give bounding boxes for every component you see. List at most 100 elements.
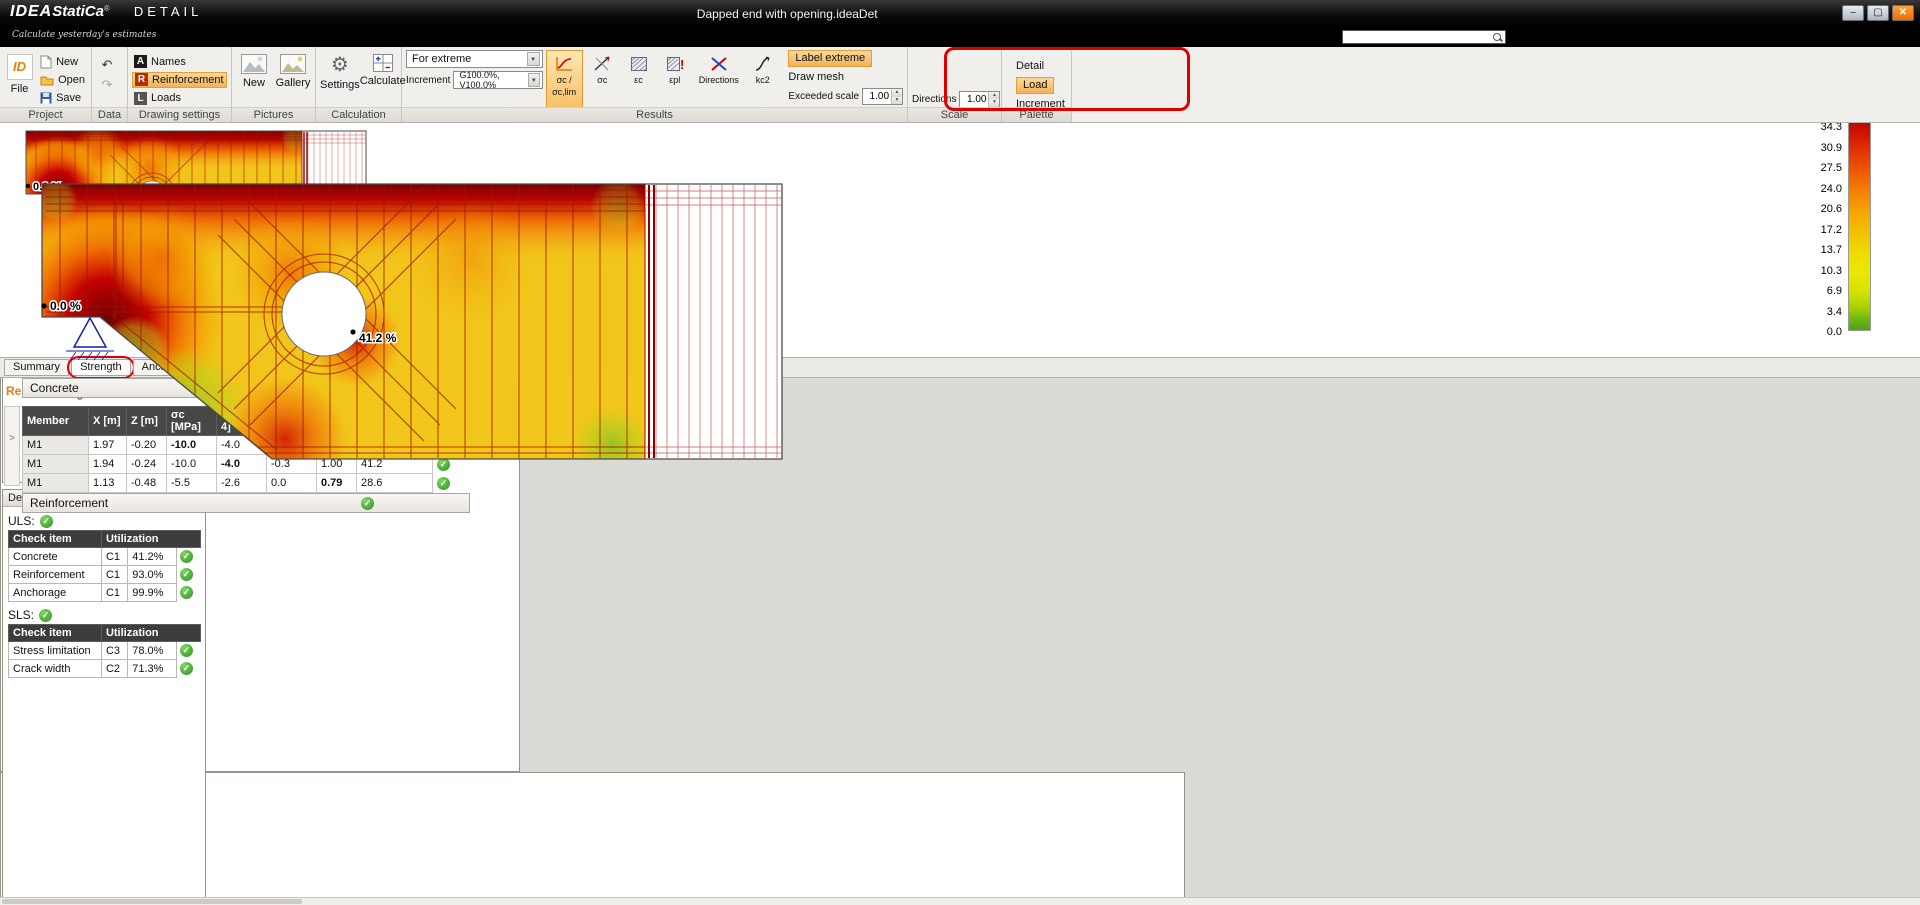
reinforcement-toggle[interactable]: R Reinforcement (132, 72, 227, 88)
close-button[interactable]: ✕ (1892, 5, 1914, 21)
names-icon: A (134, 55, 147, 68)
names-toggle[interactable]: A Names (132, 54, 227, 70)
scale-directions-spinner[interactable]: ▲▼ (959, 91, 1000, 108)
gallery-icon (280, 54, 306, 74)
new-picture-button[interactable]: New (236, 50, 272, 106)
undo-button[interactable]: ↶ (96, 56, 118, 74)
gear-icon: ⚙ (331, 54, 349, 76)
result-directions-button[interactable]: Directions (694, 50, 743, 110)
gallery-button[interactable]: Gallery (275, 50, 311, 106)
ribbon-group-pictures: New Gallery Pictures (232, 47, 316, 122)
settings-button[interactable]: ⚙ Settings (320, 50, 360, 106)
maximize-button[interactable]: ▢ (1867, 5, 1889, 21)
spin-up-icon[interactable]: ▲ (892, 89, 902, 97)
file-label: File (11, 83, 29, 95)
picture-icon (241, 54, 267, 74)
label-extreme-toggle[interactable]: Label extreme (788, 50, 872, 67)
open-button[interactable]: Open (38, 72, 87, 88)
increment-select[interactable]: G100.0%, V100.0% ▼ (453, 71, 542, 89)
extreme-mode-select[interactable]: For extreme ▼ (406, 50, 543, 68)
result-epsilon-pl-button[interactable]: ! εpl (658, 50, 691, 110)
reinforcement-icon: R (135, 73, 148, 86)
calculate-label: Calculate (360, 75, 406, 87)
gallery-label: Gallery (276, 77, 311, 89)
logo-statica: StatiCa (52, 3, 104, 20)
search-icon[interactable] (1492, 32, 1503, 43)
ribbon-group-calculation: ⚙ Settings Calculate Calculation (316, 47, 402, 122)
epsilon-pl-label: εpl (669, 75, 680, 85)
sigma-c-icon (592, 55, 612, 73)
title-bar: IDEAStatiCa® DETAIL Dapped end with open… (0, 0, 1920, 28)
ribbon: ID File New Open Save Project (0, 47, 1920, 123)
new-button[interactable]: New (38, 54, 87, 70)
calculate-icon (373, 54, 393, 72)
group-label-drawing-settings: Drawing settings (128, 107, 231, 122)
application-window: IDEAStatiCa® DETAIL Dapped end with open… (0, 0, 1920, 905)
spin-down-icon[interactable]: ▼ (989, 99, 999, 107)
kc2-icon (753, 55, 773, 73)
calculate-button[interactable]: Calculate (363, 50, 403, 106)
new-picture-label: New (243, 77, 265, 89)
reinforcement-label: Reinforcement (152, 74, 224, 86)
save-button[interactable]: Save (38, 90, 87, 106)
increment-value: G100.0%, V100.0% (459, 70, 528, 90)
logo-idea: IDEA (10, 3, 52, 20)
epsilon-c-icon (629, 55, 649, 73)
result-sigma-ratio-button[interactable]: σc / σc,lim (546, 50, 583, 110)
chevron-down-icon[interactable]: ▼ (527, 52, 540, 66)
palette-detail-option[interactable]: Detail (1016, 58, 1065, 75)
idea-file-icon: ID (7, 54, 33, 80)
group-label-scale: Scale (908, 107, 1001, 122)
names-label: Names (151, 56, 186, 68)
open-folder-icon (40, 75, 54, 86)
group-label-pictures: Pictures (232, 107, 315, 122)
group-label-results: Results (402, 107, 907, 122)
settings-label: Settings (320, 79, 360, 91)
search-box[interactable] (1342, 30, 1506, 44)
extreme-mode-value: For extreme (412, 53, 471, 65)
main-panel: Main (0, 772, 1185, 905)
spin-down-icon[interactable]: ▼ (892, 97, 902, 105)
result-sigma-c-button[interactable]: σc (586, 50, 619, 110)
sigma-ratio-label-1: σc / (557, 75, 572, 85)
palette-load-option[interactable]: Load (1016, 77, 1054, 94)
brand-tagline: Calculate yesterday's estimates (12, 30, 156, 40)
kc2-label: kc2 (756, 75, 770, 85)
sigma-ratio-label-2: σc,lim (552, 87, 576, 97)
result-kc2-button[interactable]: kc2 (746, 50, 779, 110)
logo-product-detail: DETAIL (134, 4, 203, 19)
redo-button[interactable]: ↷ (96, 76, 118, 94)
exceeded-scale-spinner[interactable]: ▲▼ (862, 88, 903, 105)
search-input[interactable] (1343, 31, 1492, 43)
exceeded-scale-input[interactable] (863, 89, 891, 104)
directions-label: Directions (699, 75, 739, 85)
scale-directions-label: Directions (912, 94, 956, 105)
svg-text:!: ! (680, 57, 684, 72)
support-symbol (66, 318, 114, 360)
draw-mesh-toggle[interactable]: Draw mesh (788, 69, 844, 86)
main-view[interactable]: 0.0 % 41.2 % (0, 19, 1920, 905)
chevron-down-icon[interactable]: ▼ (528, 73, 540, 87)
group-label-project: Project (0, 107, 91, 122)
spin-up-icon[interactable]: ▲ (989, 92, 999, 100)
epsilon-c-label: εc (634, 75, 643, 85)
ribbon-group-drawing-settings: A Names R Reinforcement L Loads Drawing … (128, 47, 232, 122)
loads-icon: L (134, 92, 147, 105)
loads-toggle[interactable]: L Loads (132, 90, 227, 106)
increment-label: Increment (406, 75, 450, 86)
window-title: Dapped end with opening.ideaDet (697, 7, 878, 21)
ribbon-group-project: ID File New Open Save Project (0, 47, 92, 122)
new-file-icon (40, 55, 52, 69)
sigma-c-label: σc (597, 75, 607, 85)
window-controls: – ▢ ✕ (1842, 5, 1914, 21)
minimize-button[interactable]: – (1842, 5, 1864, 21)
app-logo: IDEAStatiCa® DETAIL (10, 3, 202, 21)
max-stress-label: 41.2 % (359, 331, 397, 345)
file-button[interactable]: ID File (4, 50, 35, 106)
result-epsilon-c-button[interactable]: εc (622, 50, 655, 110)
sub-bar: Calculate yesterday's estimates (0, 28, 1920, 47)
scale-directions-input[interactable] (960, 92, 988, 107)
ribbon-group-results: For extreme ▼ Increment G100.0%, V100.0%… (402, 47, 908, 122)
group-label-data: Data (92, 107, 127, 122)
ribbon-group-scale: Directions ▲▼ Scale (908, 47, 1002, 122)
